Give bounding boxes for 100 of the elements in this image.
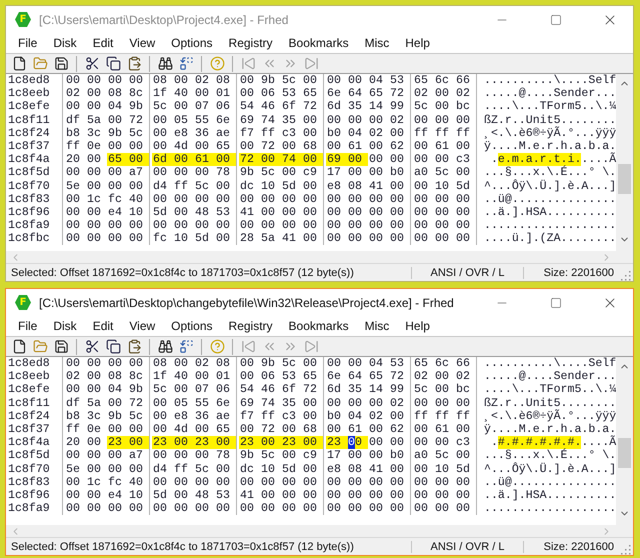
cut-icon[interactable]: [84, 56, 100, 72]
hex-byte: 48: [194, 206, 210, 220]
hex-byte: 00: [128, 462, 144, 476]
hex-byte: 6e: [326, 87, 342, 100]
hex-byte: 00: [389, 462, 405, 476]
menu-item[interactable]: Bookmarks: [280, 319, 357, 333]
hex-byte: 00: [434, 219, 450, 232]
cut-icon[interactable]: [84, 338, 100, 354]
hex-byte: 00: [389, 232, 405, 246]
menu-item[interactable]: View: [121, 36, 164, 50]
hex-byte: 00: [173, 100, 189, 114]
hex-byte: 02: [368, 410, 384, 423]
paste-icon[interactable]: [126, 56, 142, 72]
menu-item[interactable]: Edit: [84, 36, 122, 50]
hex-byte: 00: [65, 206, 81, 220]
hex-byte: 65: [413, 74, 429, 88]
copy-icon[interactable]: [105, 56, 121, 72]
hex-byte: dc: [239, 462, 255, 476]
menu-item[interactable]: Misc: [356, 36, 398, 50]
hex-byte: ff: [413, 126, 429, 140]
menu-item[interactable]: View: [121, 319, 164, 333]
first-icon[interactable]: [240, 338, 256, 354]
offset-label: 1c8f4a: [6, 436, 63, 450]
hex-byte: 5d: [152, 206, 168, 220]
folder-icon[interactable]: [32, 56, 48, 72]
hex-byte: bc: [455, 383, 471, 397]
menu-item[interactable]: Options: [163, 36, 221, 50]
hex-byte: 23: [326, 436, 347, 450]
menu-item[interactable]: File: [10, 319, 46, 333]
hex-byte: fc: [107, 192, 123, 206]
hex-byte: 00: [413, 502, 429, 516]
menu-item[interactable]: Disk: [45, 319, 85, 333]
ascii-text: ..........\....Self: [484, 74, 616, 88]
paste-icon[interactable]: [126, 338, 142, 354]
hex-byte: 00: [368, 206, 384, 220]
menu-item[interactable]: File: [10, 36, 46, 50]
menu-item[interactable]: Registry: [220, 36, 281, 50]
hex-byte: 00: [107, 166, 123, 180]
hex-byte: df: [65, 114, 81, 127]
hex-byte: b0: [326, 410, 342, 423]
hex-byte: 00: [326, 476, 342, 489]
hex-byte: 02: [65, 370, 81, 384]
first-icon[interactable]: [240, 56, 256, 72]
last-icon[interactable]: [303, 56, 319, 72]
new-file-icon[interactable]: [11, 338, 27, 354]
menu-item[interactable]: Disk: [45, 36, 85, 50]
hex-byte: 00: [302, 180, 318, 193]
hex-byte: 00: [455, 114, 471, 127]
hex-byte: 5e: [65, 180, 81, 193]
resize-grip-icon[interactable]: [619, 269, 631, 281]
scroll-thumb[interactable]: [618, 164, 631, 194]
search-icon[interactable]: [157, 56, 173, 72]
hex-byte: 02: [455, 87, 471, 100]
menu-item[interactable]: Help: [397, 319, 438, 333]
hex-byte: 9b: [260, 357, 276, 370]
folder-icon[interactable]: [32, 338, 48, 354]
hex-byte: 00: [86, 436, 102, 450]
hex-byte: 00: [173, 357, 189, 370]
scroll-thumb[interactable]: [618, 438, 631, 468]
hex-byte: 00: [65, 232, 81, 246]
hex-byte: 00: [239, 192, 255, 206]
search-icon[interactable]: [157, 338, 173, 354]
resize-grip-icon[interactable]: [619, 543, 631, 555]
hex-byte: 00: [152, 502, 168, 516]
menu-item[interactable]: Registry: [220, 319, 281, 333]
hex-byte: 00: [281, 422, 297, 436]
menu-item[interactable]: Bookmarks: [280, 36, 357, 50]
hex-byte: ff: [434, 126, 450, 140]
hex-byte: 00: [434, 232, 450, 246]
hex-byte: e8: [326, 462, 342, 476]
replace-icon[interactable]: [178, 338, 194, 354]
menu-item[interactable]: Misc: [356, 319, 398, 333]
save-icon[interactable]: [53, 56, 69, 72]
hex-byte: 53: [389, 357, 405, 370]
hex-byte: 00: [434, 87, 450, 100]
hex-byte: 00: [107, 114, 123, 127]
hex-byte: 9b: [260, 74, 276, 88]
hex-byte: 00: [128, 502, 144, 516]
hex-byte: 00: [347, 206, 363, 220]
hex-byte: 00: [368, 232, 384, 246]
maximize-icon[interactable]: [550, 14, 562, 26]
hex-byte: 00: [326, 357, 342, 370]
hex-byte: 00: [434, 100, 450, 114]
hex-byte: 00: [281, 219, 297, 232]
hex-byte: 00: [281, 476, 297, 489]
maximize-icon[interactable]: [550, 296, 562, 308]
hex-byte: 9b: [128, 383, 144, 397]
hex-byte: 00: [194, 422, 210, 436]
hex-byte: 1c: [86, 476, 102, 489]
new-file-icon[interactable]: [11, 56, 27, 72]
hex-byte: 00: [281, 192, 297, 206]
hex-byte: 00: [239, 87, 255, 100]
replace-icon[interactable]: [178, 56, 194, 72]
copy-icon[interactable]: [105, 338, 121, 354]
save-icon[interactable]: [53, 338, 69, 354]
last-icon[interactable]: [303, 338, 319, 354]
menu-item[interactable]: Edit: [84, 319, 122, 333]
hex-byte: 00: [194, 140, 210, 154]
menu-item[interactable]: Help: [397, 36, 438, 50]
menu-item[interactable]: Options: [163, 319, 221, 333]
